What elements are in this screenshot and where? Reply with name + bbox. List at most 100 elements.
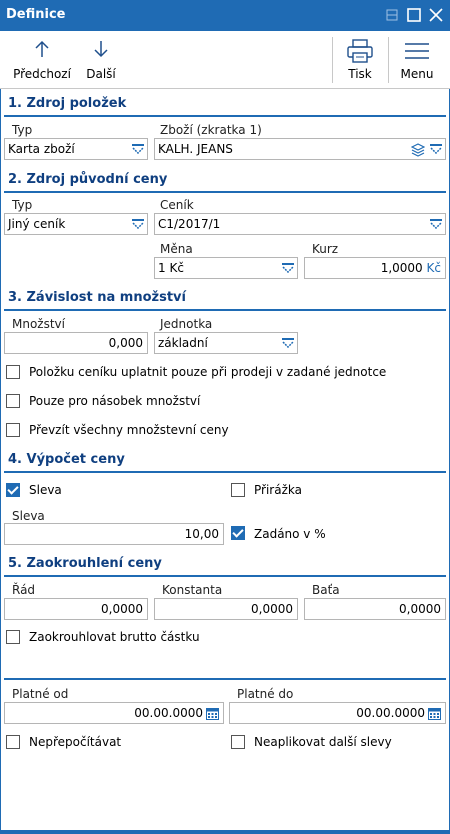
previous-label: Předchozí bbox=[13, 67, 71, 81]
platne-od-label: Platné od bbox=[12, 687, 69, 701]
cenik-select[interactable]: C1/2017/1 bbox=[154, 213, 446, 235]
platne-do-label: Platné do bbox=[237, 687, 294, 701]
dropdown-icon bbox=[430, 219, 442, 229]
print-button[interactable]: Tisk bbox=[334, 31, 386, 88]
section-zdroj-puvodni-ceny: 2. Zdroj původní ceny bbox=[4, 169, 446, 193]
neaplikovat-slevy-label: Neaplikovat další slevy bbox=[254, 735, 392, 749]
section-title: 4. Výpočet ceny bbox=[8, 452, 125, 467]
prirazka-checkbox[interactable] bbox=[231, 483, 245, 497]
restore-icon[interactable] bbox=[382, 5, 402, 25]
kurz-field[interactable]: 1,0000 Kč bbox=[304, 257, 446, 279]
rad-field[interactable]: 0,0000 bbox=[4, 598, 148, 620]
window-border-bottom bbox=[0, 830, 450, 834]
typ-ceny-select[interactable]: Jiný ceník bbox=[4, 213, 148, 235]
kurz-number: 1,0000 bbox=[380, 261, 423, 275]
typ-label: Typ bbox=[12, 198, 33, 212]
platne-do-field[interactable]: 00.00.0000 bbox=[229, 702, 446, 724]
cenik-label: Ceník bbox=[160, 198, 194, 212]
mnozstvi-value: 0,000 bbox=[108, 336, 143, 350]
title-bar: Definice bbox=[0, 0, 450, 31]
section-title: 5. Zaokrouhlení ceny bbox=[8, 556, 162, 571]
toolbar-separator bbox=[388, 37, 389, 83]
unit-only-label: Položku ceníku uplatnit pouze při prodej… bbox=[29, 365, 387, 379]
konstanta-label: Konstanta bbox=[162, 583, 223, 597]
cenik-value: C1/2017/1 bbox=[158, 217, 221, 231]
konstanta-value: 0,0000 bbox=[251, 602, 293, 616]
window-border-left bbox=[0, 31, 1, 831]
section-zavislost-na-mnozstvi: 3. Závislost na množství bbox=[4, 287, 446, 311]
mena-select[interactable]: 1 Kč bbox=[154, 257, 298, 279]
typ-ceny-value: Jiný ceník bbox=[8, 217, 66, 231]
zadano-percent-label: Zadáno v % bbox=[254, 527, 326, 541]
all-quantity-prices-label: Převzít všechny množstevní ceny bbox=[29, 423, 229, 437]
mnozstvi-label: Množství bbox=[12, 317, 65, 331]
previous-button[interactable]: Předchozí bbox=[10, 31, 74, 88]
section-zaokrouhleni-ceny: 5. Zaokrouhlení ceny bbox=[4, 553, 446, 577]
zadano-percent-checkbox[interactable] bbox=[231, 526, 245, 540]
bata-label: Baťa bbox=[312, 583, 340, 597]
mena-label: Měna bbox=[160, 242, 193, 256]
jednotka-label: Jednotka bbox=[160, 317, 213, 331]
typ-select[interactable]: Karta zboží bbox=[4, 138, 148, 160]
sleva-field[interactable]: 10,00 bbox=[4, 523, 224, 545]
printer-icon bbox=[347, 39, 373, 63]
multiple-only-checkbox[interactable] bbox=[6, 394, 20, 408]
dropdown-icon bbox=[132, 144, 144, 154]
layers-icon[interactable] bbox=[411, 143, 425, 157]
hamburger-menu-icon bbox=[405, 43, 429, 59]
sleva-checkbox-label: Sleva bbox=[29, 483, 62, 497]
next-button[interactable]: Další bbox=[78, 31, 124, 88]
prirazka-checkbox-label: Přirážka bbox=[254, 483, 302, 497]
neprepocitavat-checkbox[interactable] bbox=[6, 735, 20, 749]
zbozi-field[interactable]: KALH. JEANS bbox=[154, 138, 446, 160]
section-title: 2. Zdroj původní ceny bbox=[8, 172, 168, 187]
multiple-only-label: Pouze pro násobek množství bbox=[29, 394, 201, 408]
dropdown-icon[interactable] bbox=[430, 144, 442, 154]
next-label: Další bbox=[86, 67, 116, 81]
all-quantity-prices-checkbox[interactable] bbox=[6, 423, 20, 437]
typ-value: Karta zboží bbox=[8, 142, 75, 156]
dropdown-icon bbox=[132, 219, 144, 229]
section-zdroj-polozek: 1. Zdroj položek bbox=[4, 93, 446, 117]
platne-do-value: 00.00.0000 bbox=[356, 706, 425, 720]
menu-label: Menu bbox=[400, 67, 434, 81]
menu-button[interactable]: Menu bbox=[392, 31, 442, 88]
section-title: 3. Závislost na množství bbox=[8, 290, 186, 305]
calendar-icon[interactable] bbox=[206, 707, 219, 720]
kurz-value: 1,0000 Kč bbox=[381, 261, 441, 275]
calendar-icon[interactable] bbox=[428, 707, 441, 720]
divider bbox=[4, 678, 446, 680]
jednotka-select[interactable]: základní bbox=[154, 332, 298, 354]
platne-od-value: 00.00.0000 bbox=[134, 706, 203, 720]
sleva-checkbox[interactable] bbox=[6, 483, 20, 497]
section-vypocet-ceny: 4. Výpočet ceny bbox=[4, 449, 446, 473]
platne-od-field[interactable]: 00.00.0000 bbox=[4, 702, 224, 724]
bata-value: 0,0000 bbox=[399, 602, 441, 616]
unit-only-checkbox[interactable] bbox=[6, 365, 20, 379]
typ-label: Typ bbox=[12, 123, 33, 137]
kurz-label: Kurz bbox=[312, 242, 339, 256]
zbozi-label: Zboží (zkratka 1) bbox=[160, 123, 262, 137]
neprepocitavat-label: Nepřepočítávat bbox=[29, 735, 122, 749]
close-icon[interactable] bbox=[426, 5, 446, 25]
rad-label: Řád bbox=[12, 583, 36, 597]
arrow-up-icon bbox=[35, 40, 49, 57]
maximize-icon[interactable] bbox=[404, 5, 424, 25]
toolbar-separator bbox=[332, 37, 333, 83]
dropdown-icon bbox=[282, 263, 294, 273]
jednotka-value: základní bbox=[158, 336, 208, 350]
mena-value: 1 Kč bbox=[158, 261, 184, 275]
section-title: 1. Zdroj položek bbox=[8, 96, 127, 111]
print-label: Tisk bbox=[348, 67, 372, 81]
sleva-value: 10,00 bbox=[184, 527, 219, 541]
bata-field[interactable]: 0,0000 bbox=[304, 598, 446, 620]
brutto-checkbox[interactable] bbox=[6, 630, 20, 644]
kurz-unit: Kč bbox=[426, 261, 441, 275]
arrow-down-icon bbox=[94, 41, 108, 58]
konstanta-field[interactable]: 0,0000 bbox=[154, 598, 298, 620]
toolbar: Předchozí Další Tisk Menu bbox=[0, 31, 450, 89]
neaplikovat-slevy-checkbox[interactable] bbox=[231, 735, 245, 749]
window-title: Definice bbox=[6, 7, 66, 22]
brutto-label: Zaokrouhlovat brutto částku bbox=[29, 630, 200, 644]
mnozstvi-field[interactable]: 0,000 bbox=[4, 332, 148, 354]
